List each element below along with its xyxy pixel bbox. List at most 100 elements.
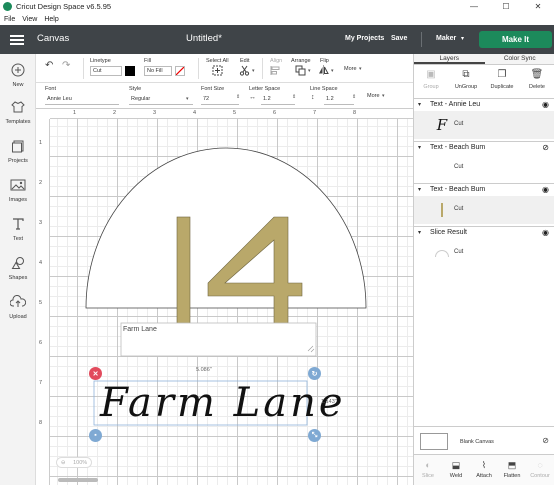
zoom-out-icon[interactable]: ⊖ (61, 460, 66, 466)
tab-color-sync[interactable]: Color Sync (485, 54, 554, 64)
lock-handle-icon[interactable]: ▪ (89, 429, 102, 442)
maximize-button[interactable]: ☐ (490, 0, 522, 13)
save-button[interactable]: Save (391, 35, 407, 42)
font-size-label: Font Size (201, 86, 225, 92)
letter-space-input[interactable]: 1.2 (261, 95, 295, 105)
horizontal-scrollbar[interactable] (58, 478, 98, 482)
eye-hidden-icon[interactable]: ⊘ (542, 143, 549, 152)
align-icon[interactable] (270, 65, 281, 79)
script-farm-lane-text[interactable]: Farm Lane (100, 382, 346, 424)
edit-chevron-down-icon[interactable]: ▾ (252, 68, 255, 74)
font-size-stepper[interactable]: ⇕ (236, 94, 240, 100)
layer-item[interactable]: Cut (414, 239, 554, 267)
hamburger-menu-icon[interactable] (10, 35, 24, 45)
linetype-select[interactable]: Cut (90, 66, 122, 76)
layer-group[interactable]: ▾ Text - Beach Bum ⊘ Cut (414, 142, 554, 184)
shirt-icon (0, 100, 36, 117)
font-size-input[interactable]: 72 (201, 95, 239, 105)
fill-select[interactable]: No Fill (144, 66, 172, 76)
layer-header[interactable]: ▾ Text - Beach Bum ⊘ (414, 142, 554, 154)
sidebar-item-label: Images (8, 197, 28, 203)
number-one-stroke[interactable] (176, 216, 191, 341)
linetype-color-swatch[interactable] (125, 66, 135, 76)
sidebar-item-templates[interactable]: Templates (0, 100, 36, 125)
layer-header[interactable]: ▾ Text - Annie Leu ◉ (414, 99, 554, 111)
chevron-down-icon[interactable]: ▾ (418, 186, 421, 193)
slice-button[interactable]: ◐ Slice (414, 459, 442, 479)
more-chevron-down-icon[interactable]: ▾ (359, 66, 362, 72)
tab-layers[interactable]: Layers (414, 54, 485, 64)
chevron-down-icon[interactable]: ▾ (418, 229, 421, 236)
redo-icon[interactable]: ↷ (62, 60, 70, 71)
small-farm-lane-text[interactable]: Farm Lane (123, 326, 157, 333)
sidebar-item-images[interactable]: Images (0, 178, 36, 203)
blank-canvas-row[interactable]: Blank Canvas ⊘ (414, 426, 554, 454)
eye-icon[interactable]: ◉ (542, 228, 549, 237)
eye-icon[interactable]: ◉ (542, 185, 549, 194)
close-window-button[interactable]: ✕ (522, 0, 554, 13)
sidebar-item-projects[interactable]: Projects (0, 139, 36, 164)
letter-space-stepper[interactable]: ⇕ (292, 94, 296, 100)
scissors-icon[interactable] (239, 65, 250, 79)
layer-item[interactable]: F Cut (414, 111, 554, 139)
attach-button[interactable]: ⌇ Attach (470, 459, 498, 479)
text-more-button[interactable]: More (367, 93, 380, 99)
arrange-icon[interactable] (295, 65, 306, 79)
ungroup-button[interactable]: ⧉ UnGroup (449, 68, 483, 90)
ungroup-icon: ⧉ (462, 69, 470, 80)
undo-icon[interactable]: ↶ (45, 60, 53, 71)
layer-group[interactable]: ▾ Text - Annie Leu ◉ F Cut (414, 99, 554, 142)
layer-header[interactable]: ▾ Text - Beach Bum ◉ (414, 184, 554, 196)
duplicate-button[interactable]: ❐ Duplicate (485, 68, 519, 90)
zoom-control[interactable]: ⊖ 100% (56, 457, 92, 468)
menu-help[interactable]: Help (44, 16, 58, 23)
font-select[interactable]: Annie Leu (45, 95, 119, 105)
eye-hidden-icon[interactable]: ⊘ (542, 436, 549, 445)
plus-icon (0, 63, 36, 80)
fill-swatch-none[interactable] (175, 66, 185, 76)
chevron-down-icon[interactable]: ▾ (418, 101, 421, 108)
weld-button[interactable]: ⬓ Weld (442, 459, 470, 479)
sidebar-item-text[interactable]: Text (0, 217, 36, 242)
my-projects-link[interactable]: My Projects (345, 35, 384, 42)
arrange-chevron-down-icon[interactable]: ▾ (308, 68, 311, 74)
rotate-handle-icon[interactable]: ↻ (308, 367, 321, 380)
sidebar-item-new[interactable]: New (0, 63, 36, 88)
flip-chevron-down-icon[interactable]: ▾ (331, 68, 334, 74)
line-space-input[interactable]: 1.2 (324, 95, 354, 105)
sidebar-item-shapes[interactable]: Shapes (0, 256, 36, 281)
layer-item[interactable]: Cut (414, 154, 554, 182)
make-it-button[interactable]: Make It (479, 31, 552, 48)
chevron-down-icon[interactable]: ▾ (461, 35, 464, 42)
eye-icon[interactable]: ◉ (542, 100, 549, 109)
design-canvas[interactable]: 1 2 3 4 5 6 7 8 1 2 3 4 5 6 7 8 Farm Lan… (36, 109, 413, 485)
select-all-icon[interactable] (212, 65, 223, 79)
style-select[interactable]: Regular (129, 95, 193, 105)
group-button[interactable]: ▣ Group (414, 68, 448, 90)
layer-item[interactable]: Cut (414, 196, 554, 224)
more-button[interactable]: More (344, 66, 357, 72)
sidebar-item-label: New (12, 82, 24, 88)
contour-button[interactable]: ◌ Contour (526, 459, 554, 479)
text-toolbar: Font Annie Leu Style Regular ▾ Font Size… (36, 83, 413, 109)
style-chevron-down-icon[interactable]: ▾ (186, 96, 189, 102)
chevron-down-icon[interactable]: ▾ (418, 144, 421, 151)
layer-group[interactable]: ▾ Text - Beach Bum ◉ Cut (414, 184, 554, 227)
shapes-icon (0, 256, 36, 273)
resize-handle-icon[interactable]: ⤡ (308, 429, 321, 442)
delete-button[interactable]: 🗑 Delete (520, 68, 554, 90)
flatten-button[interactable]: ⬒ Flatten (498, 459, 526, 479)
sidebar-item-upload[interactable]: Upload (0, 295, 36, 320)
menu-file[interactable]: File (4, 16, 15, 23)
machine-selector[interactable]: Maker (436, 35, 456, 42)
flip-icon[interactable] (318, 65, 329, 79)
flatten-label: Flatten (503, 473, 521, 479)
blank-canvas-swatch[interactable] (420, 433, 448, 450)
menu-view[interactable]: View (22, 16, 37, 23)
layer-header[interactable]: ▾ Slice Result ◉ (414, 227, 554, 239)
minimize-button[interactable]: — (458, 0, 490, 13)
delete-handle-icon[interactable]: ✕ (89, 367, 102, 380)
layer-group[interactable]: ▾ Slice Result ◉ Cut (414, 227, 554, 270)
line-space-stepper[interactable]: ⇕ (352, 94, 356, 100)
text-more-chevron-down-icon[interactable]: ▾ (382, 93, 385, 99)
